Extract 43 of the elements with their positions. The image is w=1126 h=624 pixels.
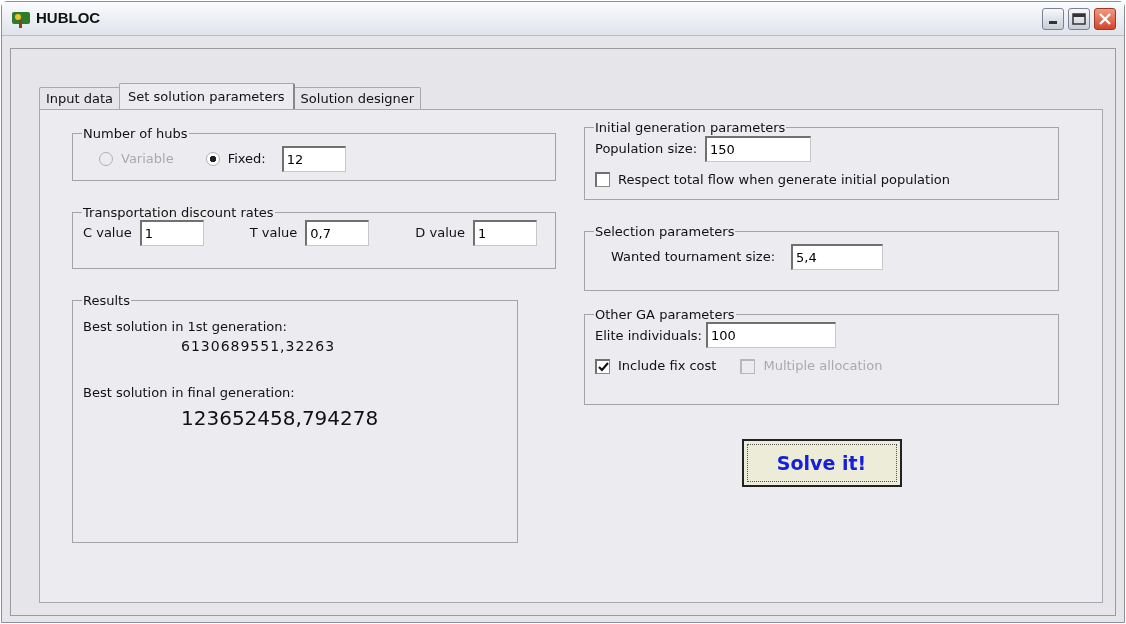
radio-label: Fixed: (227, 149, 266, 168)
group-title: Initial generation parameters (594, 120, 787, 136)
checkmark-icon (597, 361, 609, 372)
maximize-icon (1072, 12, 1086, 25)
tab[interactable]: Solution designer (293, 86, 422, 109)
input-field[interactable]: 0,7 (305, 220, 370, 247)
field-label: D value (415, 224, 465, 243)
input-field[interactable]: 100 (705, 322, 836, 349)
radio-label: Variable (121, 149, 174, 168)
group-title: Selection parameters (594, 224, 736, 240)
checkbox-label: Multiple allocation (763, 357, 883, 376)
close-icon (1098, 11, 1112, 26)
tab[interactable]: Set solution parameters (119, 82, 295, 109)
solve-button[interactable]: Solve it! (741, 438, 902, 487)
input-field[interactable]: 5,4 (791, 243, 884, 270)
minimize-icon (1049, 21, 1057, 24)
tab[interactable]: Input data (39, 86, 121, 109)
input-field[interactable]: 150 (705, 135, 812, 162)
group-title: Transportation discount rates (82, 204, 275, 221)
checkbox-label: Respect total flow when generate initial population (618, 170, 950, 189)
group-title: Number of hubs (82, 126, 189, 142)
window-title: HUBLOC (36, 8, 101, 29)
field-label: C value (83, 224, 132, 243)
input-field[interactable]: 12 (281, 145, 346, 172)
checkbox[interactable] (595, 171, 610, 187)
result-value: 6130689551,32263 (181, 337, 337, 357)
checkbox[interactable] (595, 358, 610, 374)
maximize-button[interactable] (1068, 7, 1090, 30)
result-label: Best solution in 1st generation: (83, 317, 288, 336)
field-label: Elite individuals: (595, 326, 702, 345)
close-button[interactable] (1094, 7, 1116, 30)
checkbox-label: Include fix cost (618, 357, 717, 376)
input-field[interactable]: 1 (473, 220, 537, 247)
group-title: Results (82, 293, 131, 309)
result-value: 123652458,794278 (181, 404, 380, 432)
result-label: Best solution in final generation: (83, 384, 296, 403)
field-label: Wanted tournament size: (611, 247, 776, 266)
field-label: Population size: (595, 139, 698, 158)
field-label: T value (249, 224, 298, 243)
group-title: Other GA parameters (594, 306, 736, 323)
input-field[interactable]: 1 (139, 220, 204, 247)
minimize-button[interactable] (1042, 7, 1064, 30)
radio-button[interactable] (205, 151, 220, 166)
